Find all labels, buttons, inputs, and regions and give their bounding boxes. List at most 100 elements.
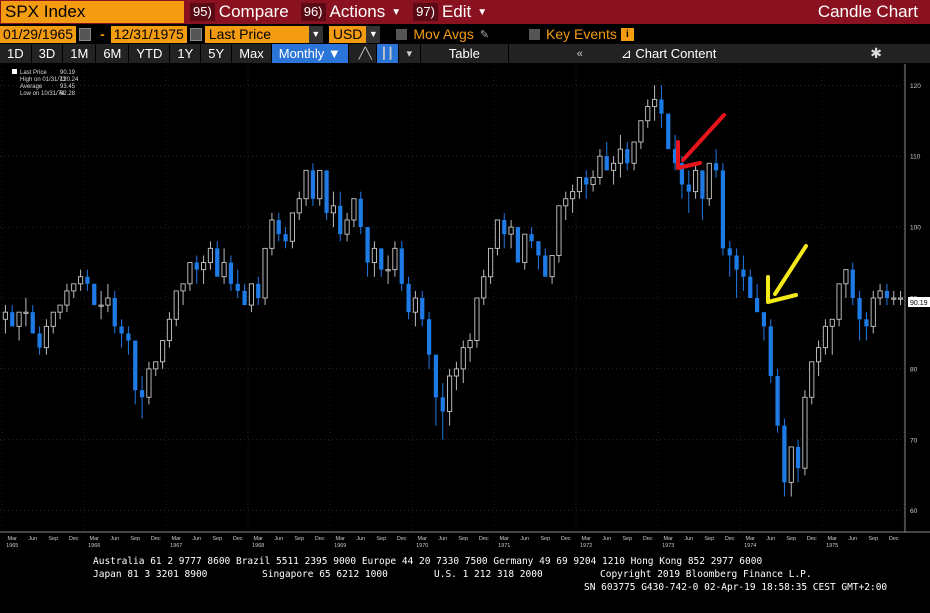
candle [625,142,630,171]
line-chart-icon[interactable]: ╱╲ [355,44,377,63]
candle [502,212,507,249]
edit-menu[interactable]: 97) Edit ▼ [407,0,493,24]
candle [207,241,213,270]
period-6m-button[interactable]: 6M [96,44,130,63]
candle [365,227,370,277]
candle [317,169,323,206]
last-price-tag: 90.19 [908,297,930,307]
candle [700,170,705,220]
chart-type-dropdown-icon[interactable]: ▾ [399,44,421,63]
legend-last-label: Last Price [20,70,47,76]
calendar-icon[interactable] [79,27,92,41]
candle-chart[interactable]: 60708090100110120MarJunSepDecMarJunSepDe… [0,64,930,554]
candle-body-down [358,198,363,228]
candle-body-down [133,340,138,391]
start-date-field[interactable]: 01/29/1965 [0,25,77,43]
candle [112,290,117,334]
ticker-input[interactable]: SPX Index [1,1,184,23]
period-3d-button[interactable]: 3D [32,44,64,63]
candle-body-down [775,376,780,426]
candle-body-down [857,298,862,320]
candle-chart-icon[interactable]: ┃┃ [376,44,399,63]
candle-body-up [474,297,480,341]
x-month-label: Jun [848,536,857,542]
candle [351,198,357,228]
x-year-label: 1968 [252,543,264,549]
period-max-button[interactable]: Max [232,44,272,63]
collapse-left-icon[interactable]: « [569,44,591,63]
candle-body-down [727,248,732,256]
candle-body-up [488,247,494,278]
candle-body-up [248,283,254,306]
period-ytd-button[interactable]: YTD [129,44,171,63]
x-month-label: Jun [356,536,365,542]
x-month-label: Sep [540,536,550,542]
candle [754,283,760,313]
period-1d-button[interactable]: 1D [0,44,32,63]
candle [748,269,753,298]
dropdown-arrow-icon[interactable]: ▼ [366,25,381,43]
candle-body-up [508,226,514,235]
pencil-icon[interactable]: ✎ [480,28,489,41]
candle [303,169,309,206]
candle [85,269,90,291]
chart-content-button[interactable]: ⊿ Chart Content [613,44,724,63]
gear-icon[interactable]: ✱ [870,45,882,62]
candle [494,219,500,256]
candle-body-down [283,234,288,242]
candle [782,418,787,497]
chart-content-icon: ⊿ [620,46,636,61]
info-icon[interactable]: i [620,27,634,41]
candle [235,269,240,298]
candle-body-up [898,297,904,300]
candle [119,319,124,348]
candle [344,212,350,242]
currency-select[interactable]: USD [328,25,367,43]
caret-down-icon: ▼ [477,6,488,18]
footer-line-1: Australia 61 2 9777 8600 Brazil 5511 239… [93,556,763,567]
x-year-label: 1966 [88,543,100,549]
candle [283,227,288,249]
candle [829,318,835,355]
candle [324,170,329,220]
mov-avgs-label[interactable]: Mov Avgs [413,26,473,42]
candle [474,297,480,348]
key-events-label[interactable]: Key Events [546,26,617,42]
x-month-label: Jun [110,536,119,542]
candle [78,269,84,291]
candle-body-up [706,162,712,200]
candle-body-down [625,149,630,164]
calendar-icon[interactable] [189,27,202,41]
compare-menu[interactable]: 95) Compare [184,0,295,24]
period-1m-button[interactable]: 1M [63,44,97,63]
candle [898,290,904,306]
caret-down-icon: ▼ [327,46,341,61]
mov-avgs-checkbox[interactable] [396,28,408,40]
candle-body-down [338,205,343,235]
end-date-field[interactable]: 12/31/1975 [110,25,187,43]
candle-body-down [734,255,739,270]
candle [166,312,172,348]
price-field-select[interactable]: Last Price [204,25,309,43]
x-month-label: Sep [458,536,468,542]
candle-body-down [502,220,507,235]
actions-menu[interactable]: 96) Actions ▼ [295,0,407,24]
candle-body-down [713,163,719,171]
frequency-label: Monthly [278,46,325,61]
candle [877,283,883,306]
candle [522,233,528,270]
table-button[interactable]: Table [421,44,509,63]
edit-menu-label: Edit [441,2,472,21]
x-month-label: Mar [582,536,592,542]
legend-low-label: Low on 10/31/74 [20,91,65,97]
key-events-checkbox[interactable] [529,28,541,40]
period-1y-button[interactable]: 1Y [170,44,202,63]
dropdown-arrow-icon[interactable]: ▼ [308,25,323,43]
candle [604,142,609,171]
candle [105,283,111,313]
period-5y-button[interactable]: 5Y [201,44,233,63]
frequency-select[interactable]: Monthly ▼ [271,44,349,63]
x-month-label: Mar [336,536,346,542]
legend-average-label: Average [20,84,43,90]
candle [536,241,541,270]
